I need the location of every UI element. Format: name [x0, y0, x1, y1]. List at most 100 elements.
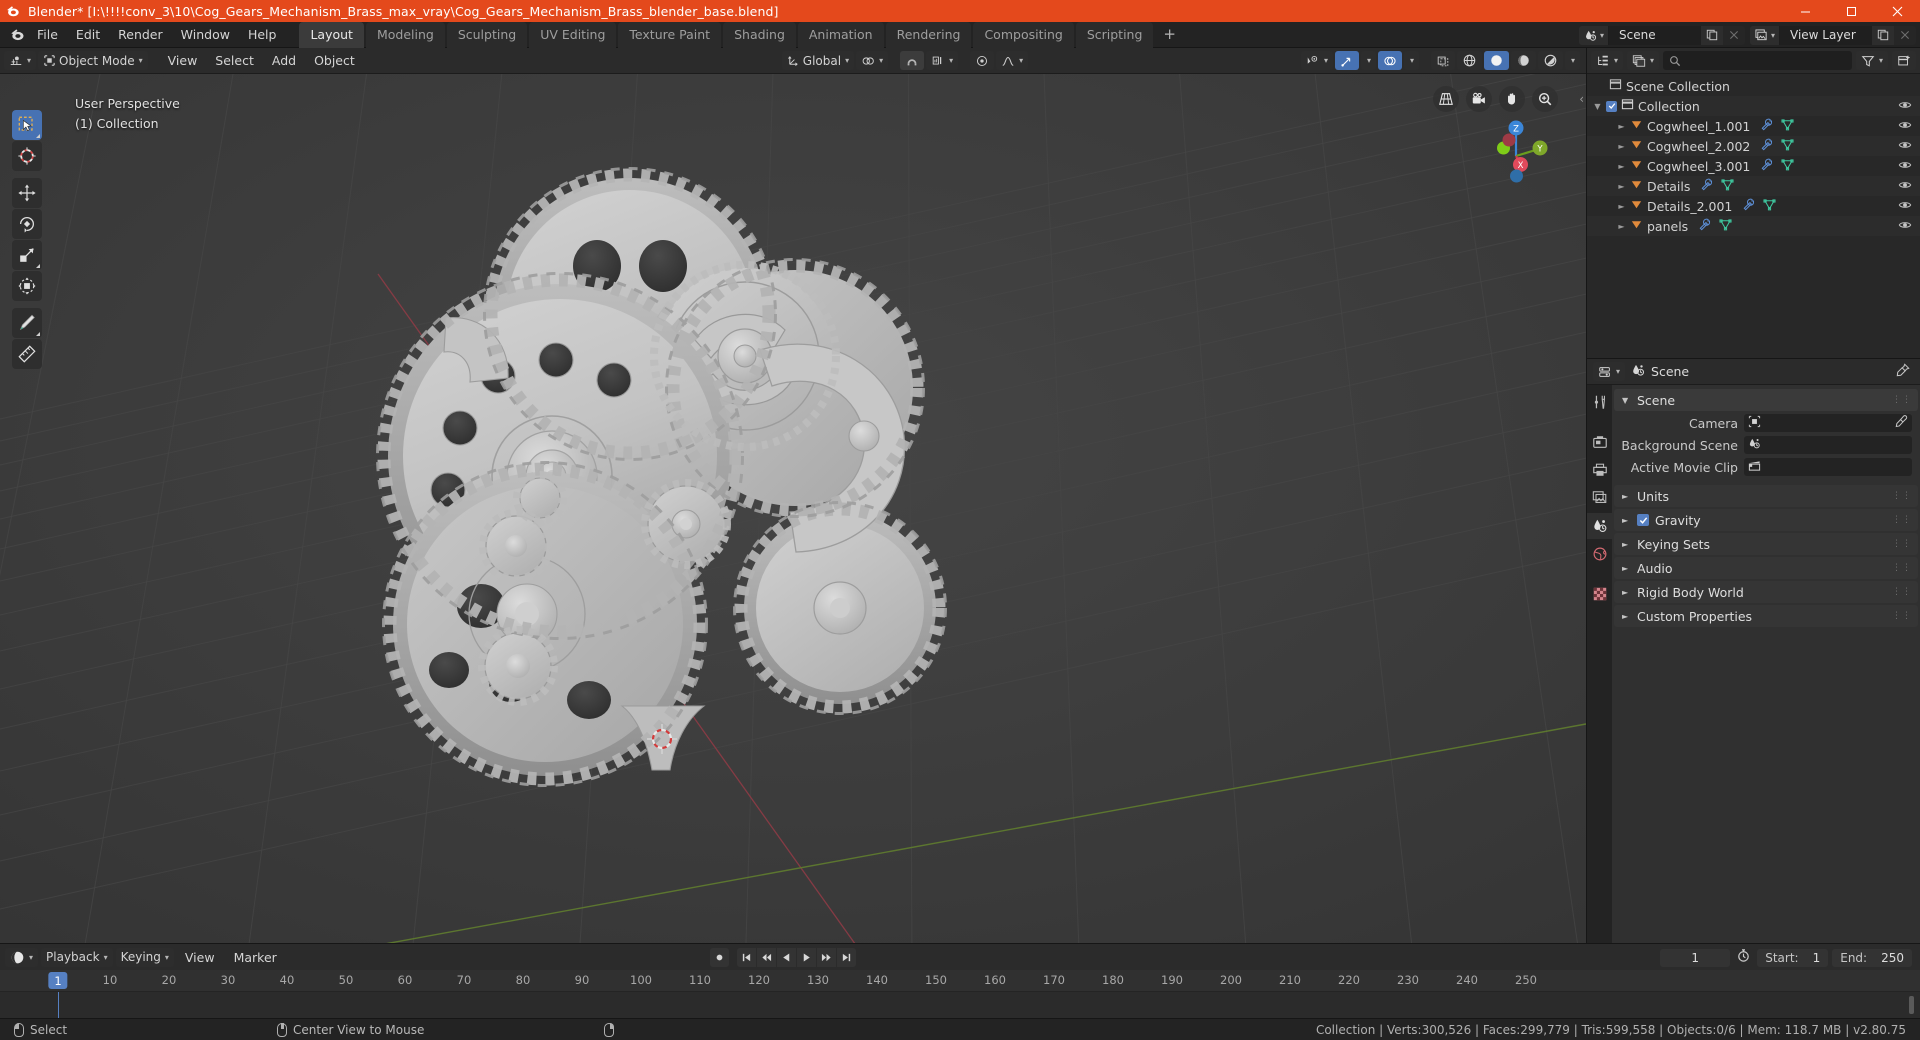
tab-scripting[interactable]: Scripting — [1075, 21, 1154, 48]
outliner-display-mode-selector[interactable]: ▾ — [1627, 51, 1660, 70]
timeline-menu-marker[interactable]: Marker — [226, 948, 285, 967]
timeline-menu-playback[interactable]: Playback ▾ — [41, 947, 113, 967]
gizmo-options-dropdown[interactable]: ▾ — [1360, 51, 1376, 70]
minimize-icon[interactable] — [1782, 0, 1828, 22]
eye-icon[interactable] — [1898, 198, 1912, 215]
new-view-layer-button[interactable] — [1872, 25, 1894, 45]
eye-icon[interactable] — [1898, 178, 1912, 195]
play-icon[interactable] — [797, 948, 816, 967]
hand-pan-icon[interactable] — [1499, 86, 1525, 112]
eye-icon[interactable] — [1898, 118, 1912, 135]
panel-drag-dots-icon[interactable]: ⋮⋮ — [1892, 492, 1912, 501]
viewport-canvas[interactable]: User Perspective (1) Collection Z Y X ‹ — [0, 74, 1586, 943]
move-tool[interactable] — [12, 178, 42, 208]
tab-compositing[interactable]: Compositing — [973, 21, 1074, 48]
tab-animation[interactable]: Animation — [797, 21, 884, 48]
output-properties-tab[interactable] — [1587, 457, 1612, 483]
gravity-panel-header[interactable]: ► Gravity ⋮⋮ — [1614, 509, 1918, 531]
tab-shading[interactable]: Shading — [723, 21, 796, 48]
outliner-filter-button[interactable]: ▾ — [1855, 51, 1888, 70]
wrench-icon[interactable] — [1760, 138, 1773, 154]
view-axis-gizmo[interactable]: Z Y X — [1476, 116, 1556, 196]
viewport-menu-select[interactable]: Select — [207, 51, 262, 70]
timeline-track-area[interactable] — [0, 992, 1920, 1019]
mesh-data-icon[interactable] — [1721, 178, 1734, 194]
eye-icon[interactable] — [1898, 218, 1912, 235]
mesh-data-icon[interactable] — [1781, 158, 1794, 174]
menu-edit[interactable]: Edit — [67, 24, 109, 45]
menu-window[interactable]: Window — [172, 24, 239, 45]
solid-shading-icon[interactable] — [1483, 51, 1509, 70]
panel-drag-dots-icon[interactable]: ⋮⋮ — [1892, 540, 1912, 549]
transform-tool[interactable] — [12, 271, 42, 301]
rendered-shading-icon[interactable] — [1537, 51, 1563, 70]
tool-properties-tab[interactable] — [1587, 389, 1612, 415]
tab-layout[interactable]: Layout — [299, 21, 364, 48]
proportional-editing-toggle[interactable] — [970, 51, 995, 70]
menu-file[interactable]: File — [28, 24, 67, 45]
tab-rendering[interactable]: Rendering — [885, 21, 972, 48]
wrench-icon[interactable] — [1760, 118, 1773, 134]
record-icon[interactable] — [710, 948, 729, 967]
transform-orientation-selector[interactable]: Global ▾ — [781, 51, 855, 70]
end-frame-field[interactable]: End: 250 — [1832, 948, 1912, 967]
viewport-menu-view[interactable]: View — [160, 51, 206, 70]
menu-render[interactable]: Render — [109, 24, 172, 45]
wrench-icon[interactable] — [1742, 198, 1755, 214]
eye-icon[interactable] — [1898, 138, 1912, 155]
tweak-select-box-tool[interactable] — [12, 110, 42, 140]
collection-checkbox[interactable] — [1606, 100, 1617, 112]
proportional-falloff-selector[interactable]: ▾ — [996, 51, 1029, 70]
disclosure-triangle-right-icon[interactable]: ► — [1622, 564, 1631, 573]
disclosure-triangle-right-icon[interactable]: ► — [1617, 122, 1626, 131]
disclosure-triangle-down-icon[interactable]: ▼ — [1593, 102, 1602, 111]
scale-tool[interactable] — [12, 240, 42, 270]
disclosure-triangle-right-icon[interactable]: ► — [1617, 222, 1626, 231]
outliner-row-cogwheel-1[interactable]: ► Cogwheel_1.001 — [1587, 116, 1920, 136]
viewport-menu-object[interactable]: Object — [306, 51, 363, 70]
interaction-mode-selector[interactable]: Object Mode ▾ — [38, 51, 148, 70]
close-icon[interactable] — [1874, 0, 1920, 22]
background-scene-field[interactable] — [1744, 436, 1912, 454]
outliner-row-scene-collection[interactable]: Scene Collection — [1587, 76, 1920, 96]
eye-icon[interactable] — [1898, 98, 1912, 115]
sidebar-collapse-arrow-icon[interactable]: ‹ — [1579, 92, 1584, 106]
toggle-xray-button[interactable] — [1430, 51, 1455, 70]
outliner-row-details[interactable]: ► Details — [1587, 176, 1920, 196]
render-properties-tab[interactable] — [1587, 429, 1612, 455]
wrench-icon[interactable] — [1698, 218, 1711, 234]
properties-editor-type-selector[interactable]: ▾ — [1593, 362, 1626, 381]
cursor-tool[interactable] — [12, 141, 42, 171]
maximize-icon[interactable] — [1828, 0, 1874, 22]
world-properties-tab[interactable] — [1587, 541, 1612, 567]
timeline-editor[interactable]: ▾ Playback ▾ Keying ▾ View Marker 1 Star… — [0, 943, 1920, 1019]
disclosure-triangle-right-icon[interactable]: ► — [1617, 142, 1626, 151]
wrench-icon[interactable] — [1760, 158, 1773, 174]
pin-icon[interactable] — [1896, 362, 1910, 381]
panel-drag-dots-icon[interactable]: ⋮⋮ — [1892, 396, 1912, 405]
audio-panel-header[interactable]: ► Audio ⋮⋮ — [1614, 557, 1918, 579]
view-layer-properties-tab[interactable] — [1587, 485, 1612, 511]
outliner-row-details-2[interactable]: ► Details_2.001 — [1587, 196, 1920, 216]
disclosure-triangle-right-icon[interactable]: ► — [1622, 492, 1631, 501]
tab-texture-paint[interactable]: Texture Paint — [618, 21, 722, 48]
overlay-options-dropdown[interactable]: ▾ — [1403, 51, 1419, 70]
mesh-data-icon[interactable] — [1719, 218, 1732, 234]
outliner-row-collection[interactable]: ▼ Collection — [1587, 96, 1920, 116]
jump-start-icon[interactable] — [737, 948, 756, 967]
start-frame-field[interactable]: Start: 1 — [1757, 948, 1829, 967]
show-overlays-toggle[interactable] — [1377, 51, 1402, 70]
menu-help[interactable]: Help — [239, 24, 286, 45]
tab-uv-editing[interactable]: UV Editing — [529, 21, 617, 48]
keying-sets-panel-header[interactable]: ► Keying Sets ⋮⋮ — [1614, 533, 1918, 555]
current-frame-indicator[interactable]: 1 — [48, 972, 68, 989]
timeline-menu-keying[interactable]: Keying ▾ — [115, 947, 174, 967]
outliner-search-input[interactable] — [1663, 51, 1852, 70]
properties-editor[interactable]: ▾ Scene ▼ Scene ⋮⋮ Camera Background Sce… — [1586, 358, 1920, 943]
next-keyframe-icon[interactable] — [817, 948, 836, 967]
disclosure-triangle-down-icon[interactable]: ▼ — [1622, 396, 1631, 405]
outliner-row-cogwheel-3[interactable]: ► Cogwheel_3.001 — [1587, 156, 1920, 176]
panel-drag-dots-icon[interactable]: ⋮⋮ — [1892, 516, 1912, 525]
mesh-data-icon[interactable] — [1781, 138, 1794, 154]
camera-view-icon[interactable] — [1466, 86, 1492, 112]
